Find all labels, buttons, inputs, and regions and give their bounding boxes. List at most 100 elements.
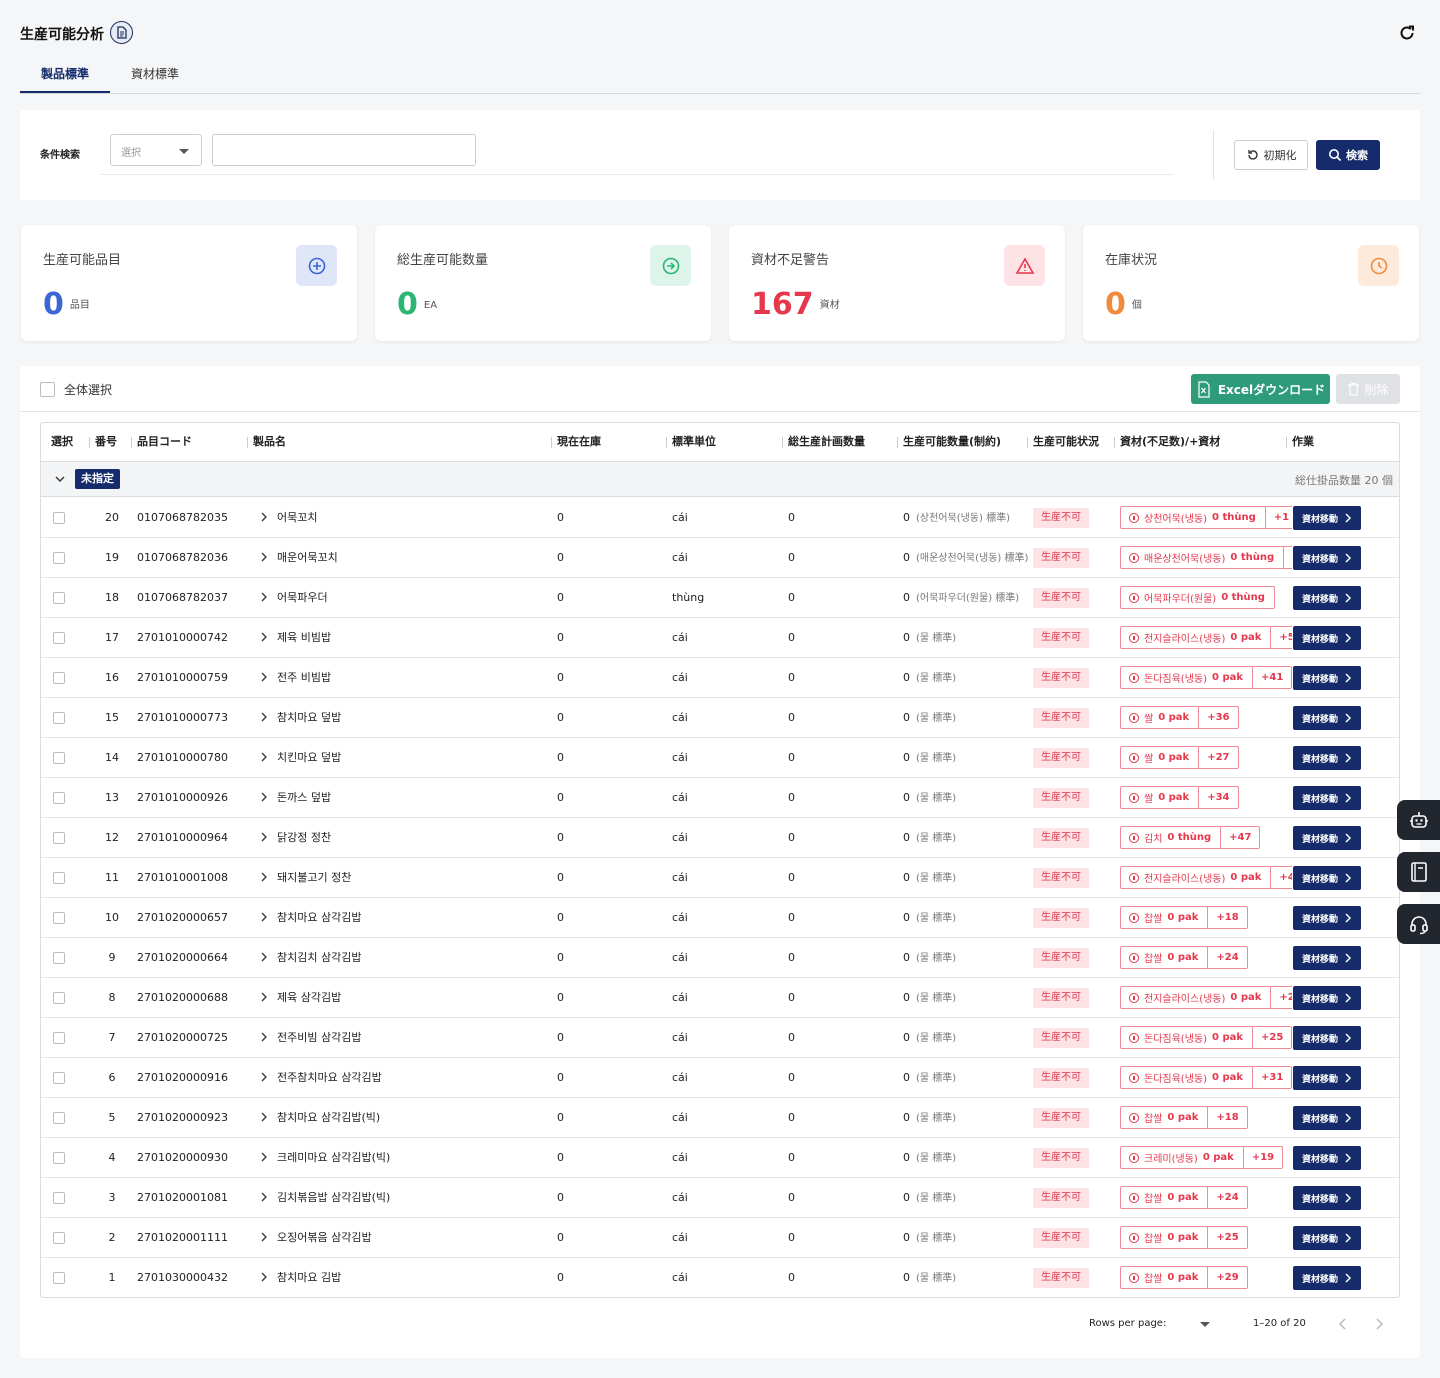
material-chip[interactable]: 상천어묵(냉동) 0 thùng +1 bbox=[1120, 506, 1292, 529]
material-move-button[interactable]: 資材移動 bbox=[1293, 866, 1361, 890]
extra-material-count[interactable]: +31 bbox=[1252, 1067, 1291, 1088]
extra-material-count[interactable]: +24 bbox=[1207, 1187, 1246, 1208]
material-chip[interactable]: 전지슬라이스(냉동) 0 pak +23 bbox=[1120, 986, 1292, 1009]
tab-material-standard[interactable]: 資材標準 bbox=[110, 56, 200, 93]
refresh-icon[interactable] bbox=[1396, 22, 1418, 44]
document-icon[interactable] bbox=[110, 21, 133, 44]
material-chip[interactable]: 찹쌀 0 pak +29 bbox=[1120, 1266, 1248, 1289]
chevron-right-icon[interactable] bbox=[259, 512, 269, 522]
material-move-button[interactable]: 資材移動 bbox=[1293, 1066, 1361, 1090]
chevron-right-icon[interactable] bbox=[259, 1152, 269, 1162]
reset-button[interactable]: 初期化 bbox=[1234, 140, 1308, 170]
condition-select[interactable]: 選択 bbox=[110, 134, 202, 166]
chevron-right-icon[interactable] bbox=[259, 592, 269, 602]
row-checkbox[interactable] bbox=[53, 672, 65, 684]
material-chip[interactable]: 돈다짐육(냉동) 0 pak +31 bbox=[1120, 1066, 1292, 1089]
chevron-right-icon[interactable] bbox=[259, 1272, 269, 1282]
material-chip[interactable]: 쌀 0 pak +27 bbox=[1120, 746, 1239, 769]
material-move-button[interactable]: 資材移動 bbox=[1293, 946, 1361, 970]
tab-product-standard[interactable]: 製品標準 bbox=[20, 56, 110, 93]
select-all-checkbox[interactable] bbox=[40, 382, 55, 397]
material-move-button[interactable]: 資材移動 bbox=[1293, 546, 1361, 570]
row-checkbox[interactable] bbox=[53, 992, 65, 1004]
extra-material-count[interactable]: +36 bbox=[1198, 707, 1237, 728]
row-checkbox[interactable] bbox=[53, 552, 65, 564]
material-chip[interactable]: 찹쌀 0 pak +25 bbox=[1120, 1226, 1248, 1249]
extra-material-count[interactable]: +47 bbox=[1220, 827, 1259, 848]
chevron-down-icon[interactable] bbox=[53, 472, 67, 486]
material-move-button[interactable]: 資材移動 bbox=[1293, 1266, 1361, 1290]
material-move-button[interactable]: 資材移動 bbox=[1293, 1106, 1361, 1130]
material-chip[interactable]: 쌀 0 pak +34 bbox=[1120, 786, 1239, 809]
material-move-button[interactable]: 資材移動 bbox=[1293, 826, 1361, 850]
search-button[interactable]: 検索 bbox=[1316, 140, 1380, 170]
chevron-right-icon[interactable] bbox=[259, 872, 269, 882]
row-checkbox[interactable] bbox=[53, 512, 65, 524]
chevron-right-icon[interactable] bbox=[259, 712, 269, 722]
extra-material-count[interactable]: +27 bbox=[1198, 747, 1237, 768]
material-move-button[interactable]: 資材移動 bbox=[1293, 786, 1361, 810]
row-checkbox[interactable] bbox=[53, 832, 65, 844]
row-checkbox[interactable] bbox=[53, 1192, 65, 1204]
extra-material-count[interactable]: +18 bbox=[1207, 1107, 1246, 1128]
material-move-button[interactable]: 資材移動 bbox=[1293, 626, 1361, 650]
select-all[interactable]: 全体選択 bbox=[40, 381, 112, 398]
row-checkbox[interactable] bbox=[53, 632, 65, 644]
robot-icon[interactable] bbox=[1397, 800, 1440, 840]
extra-material-count[interactable]: +41 bbox=[1252, 667, 1291, 688]
material-chip[interactable]: 돈다짐육(냉동) 0 pak +25 bbox=[1120, 1026, 1292, 1049]
extra-material-count[interactable]: +19 bbox=[1242, 1147, 1282, 1168]
row-checkbox[interactable] bbox=[53, 712, 65, 724]
material-move-button[interactable]: 資材移動 bbox=[1293, 1026, 1361, 1050]
extra-material-count[interactable]: +44 bbox=[1270, 867, 1292, 888]
rows-per-page-select[interactable] bbox=[1200, 1322, 1210, 1327]
material-chip[interactable]: 전지슬라이스(냉동) 0 pak +44 bbox=[1120, 866, 1292, 889]
row-checkbox[interactable] bbox=[53, 1032, 65, 1044]
material-chip[interactable]: 찹쌀 0 pak +18 bbox=[1120, 1106, 1248, 1129]
extra-material-count[interactable]: +1 bbox=[1283, 547, 1292, 568]
chevron-right-icon[interactable] bbox=[259, 632, 269, 642]
material-chip[interactable]: 김치 0 thùng +47 bbox=[1120, 826, 1261, 849]
extra-material-count[interactable]: +18 bbox=[1207, 907, 1246, 928]
extra-material-count[interactable]: +51 bbox=[1270, 627, 1292, 648]
row-checkbox[interactable] bbox=[53, 1112, 65, 1124]
chevron-right-icon[interactable] bbox=[259, 912, 269, 922]
row-checkbox[interactable] bbox=[53, 1232, 65, 1244]
row-checkbox[interactable] bbox=[53, 1072, 65, 1084]
material-chip[interactable]: 돈다짐육(냉동) 0 pak +41 bbox=[1120, 666, 1292, 689]
material-move-button[interactable]: 資材移動 bbox=[1293, 906, 1361, 930]
row-checkbox[interactable] bbox=[53, 792, 65, 804]
headset-icon[interactable] bbox=[1397, 904, 1440, 944]
material-move-button[interactable]: 資材移動 bbox=[1293, 986, 1361, 1010]
material-chip[interactable]: 찹쌀 0 pak +24 bbox=[1120, 946, 1248, 969]
material-chip[interactable]: 찹쌀 0 pak +24 bbox=[1120, 1186, 1248, 1209]
chevron-right-icon[interactable] bbox=[259, 952, 269, 962]
material-chip[interactable]: 매운상천어묵(냉동) 0 thùng +1 bbox=[1120, 546, 1292, 569]
material-move-button[interactable]: 資材移動 bbox=[1293, 706, 1361, 730]
row-checkbox[interactable] bbox=[53, 872, 65, 884]
chevron-right-icon[interactable] bbox=[259, 1192, 269, 1202]
material-chip[interactable]: 쌀 0 pak +36 bbox=[1120, 706, 1239, 729]
book-icon[interactable] bbox=[1397, 852, 1440, 892]
row-checkbox[interactable] bbox=[53, 912, 65, 924]
material-move-button[interactable]: 資材移動 bbox=[1293, 666, 1361, 690]
chevron-left-icon[interactable] bbox=[1336, 1316, 1350, 1332]
row-checkbox[interactable] bbox=[53, 1272, 65, 1284]
chevron-right-icon[interactable] bbox=[259, 992, 269, 1002]
material-chip[interactable]: 크레미(냉동) 0 pak +19 bbox=[1120, 1146, 1284, 1169]
chevron-right-icon[interactable] bbox=[259, 752, 269, 762]
material-chip[interactable]: 찹쌀 0 pak +18 bbox=[1120, 906, 1248, 929]
chevron-right-icon[interactable] bbox=[259, 832, 269, 842]
extra-material-count[interactable]: +25 bbox=[1252, 1027, 1291, 1048]
extra-material-count[interactable]: +23 bbox=[1270, 987, 1292, 1008]
row-checkbox[interactable] bbox=[53, 752, 65, 764]
material-chip[interactable]: 전지슬라이스(냉동) 0 pak +51 bbox=[1120, 626, 1292, 649]
material-move-button[interactable]: 資材移動 bbox=[1293, 1146, 1361, 1170]
excel-download-button[interactable]: Excelダウンロード bbox=[1191, 374, 1330, 404]
material-move-button[interactable]: 資材移動 bbox=[1293, 1226, 1361, 1250]
extra-material-count[interactable]: +24 bbox=[1207, 947, 1246, 968]
extra-material-count[interactable]: +1 bbox=[1264, 507, 1292, 528]
extra-material-count[interactable]: +34 bbox=[1198, 787, 1237, 808]
chevron-right-icon[interactable] bbox=[1372, 1316, 1386, 1332]
chevron-right-icon[interactable] bbox=[259, 1032, 269, 1042]
